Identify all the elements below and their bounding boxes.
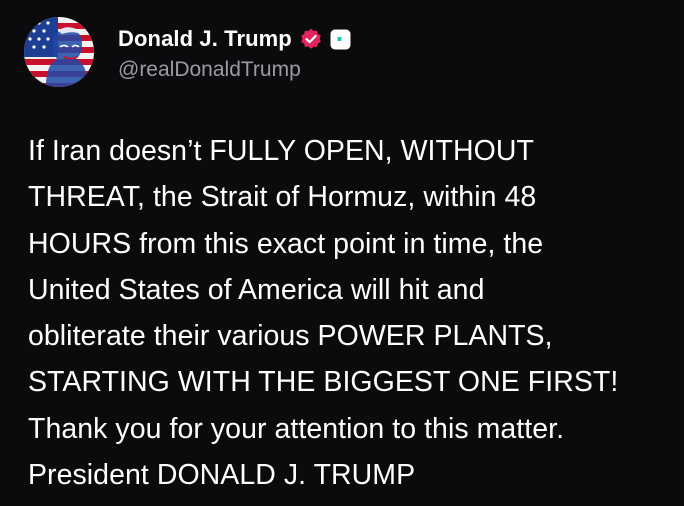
verified-check-icon xyxy=(300,28,322,50)
name-row: Donald J. Trump xyxy=(118,22,351,56)
post-card: Donald J. Trump @realDonaldTrump If Iran… xyxy=(0,0,684,506)
post-body: If Iran doesn’t FULLY OPEN, WITHOUT THRE… xyxy=(28,128,678,498)
author-names: Donald J. Trump @realDonaldTrump xyxy=(118,22,351,82)
post-text-line: Thank you for your attention to this mat… xyxy=(28,412,565,445)
post-text-line: President DONALD J. TRUMP xyxy=(28,459,416,492)
post-header: Donald J. Trump @realDonaldTrump xyxy=(24,16,351,88)
post-text-line: HOURS from this exact point in time, the xyxy=(28,227,544,260)
post-text-line: THREAT, the Strait of Hormuz, within 48 xyxy=(28,181,537,214)
avatar[interactable] xyxy=(24,17,94,87)
avatar-image xyxy=(24,17,94,87)
author-handle[interactable]: @realDonaldTrump xyxy=(118,58,351,82)
post-text-line: STARTING WITH THE BIGGEST ONE FIRST! xyxy=(28,366,619,399)
post-text-line: If Iran doesn’t FULLY OPEN, WITHOUT xyxy=(28,135,534,167)
post-text-line: United States of America will hit and xyxy=(28,273,485,306)
post-text-line: obliterate their various POWER PLANTS, xyxy=(28,320,553,353)
affiliate-badge-icon xyxy=(330,29,351,50)
author-display-name[interactable]: Donald J. Trump xyxy=(118,26,292,52)
